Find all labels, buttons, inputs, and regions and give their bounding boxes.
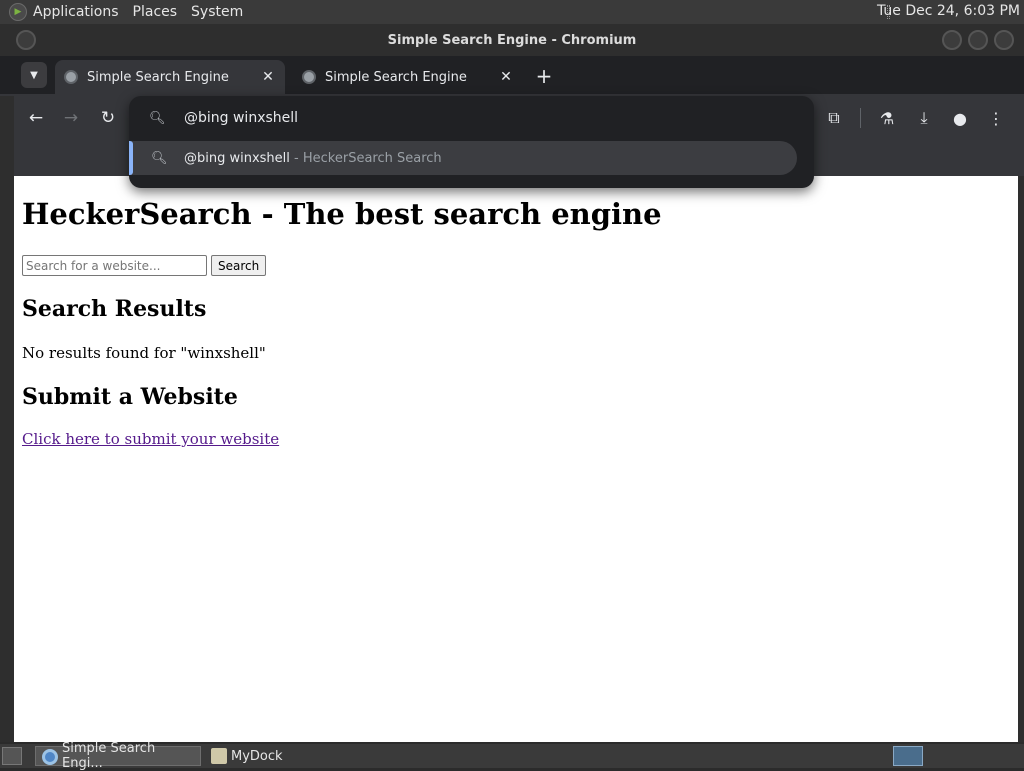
search-icon: 🔍︎ <box>149 110 166 126</box>
search-button[interactable]: Search <box>211 255 267 276</box>
window-title: Simple Search Engine - Chromium <box>387 32 637 48</box>
clock[interactable]: Tue Dec 24, 6:03 PM <box>877 3 1020 19</box>
profile-avatar-icon[interactable]: ● <box>948 106 972 130</box>
close-tab-icon[interactable]: ✕ <box>497 68 515 86</box>
tab-strip: ▼ Simple Search Engine ✕ Simple Search E… <box>0 56 1024 94</box>
window-left-edge <box>0 176 14 742</box>
tab-title: Simple Search Engine <box>87 69 229 85</box>
taskbar-item-label: Simple Search Engi... <box>62 741 156 771</box>
extensions-puzzle-icon[interactable]: ⧉ <box>822 106 846 130</box>
globe-icon <box>64 70 78 84</box>
suggestion-description: - HeckerSearch Search <box>289 150 442 166</box>
back-arrow-icon[interactable]: ← <box>24 106 48 130</box>
omnibox-suggestion[interactable]: 🔍︎ @bing winxshell - HeckerSearch Search <box>129 141 797 175</box>
taskbar-item-chromium[interactable]: Simple Search Engi... <box>35 741 201 771</box>
top-panel: ▶ Applications Places System Tue Dec 24,… <box>0 0 1024 24</box>
toolbar-divider <box>860 108 861 128</box>
taskbar: Simple Search Engi... MyDock <box>0 741 1024 771</box>
menu-places[interactable]: Places <box>133 4 178 20</box>
close-tab-icon[interactable]: ✕ <box>259 68 277 86</box>
tab-search-button[interactable]: ▼ <box>21 62 47 88</box>
tray-chromium-icon[interactable] <box>893 746 923 766</box>
page-heading: HeckerSearch - The best search engine <box>22 197 662 231</box>
globe-icon <box>302 70 316 84</box>
chevron-down-icon: ▼ <box>30 69 38 81</box>
omnibox-input[interactable]: 🔍︎ @bing winxshell <box>129 96 814 140</box>
search-icon: 🔍︎ <box>151 150 168 166</box>
window-menu-button[interactable] <box>16 30 36 50</box>
suggestion-label: @bing winxshell - HeckerSearch Search <box>184 150 442 166</box>
forward-arrow-icon[interactable]: → <box>59 106 83 130</box>
close-window-button[interactable] <box>994 30 1014 50</box>
maximize-button[interactable] <box>968 30 988 50</box>
window-left-edge <box>0 96 14 176</box>
no-results-text: No results found for "winxshell" <box>22 344 266 362</box>
distro-logo-icon[interactable]: ▶ <box>9 3 27 21</box>
new-tab-button[interactable]: + <box>533 64 555 88</box>
taskbar-item-mydock[interactable]: MyDock <box>205 746 325 766</box>
taskbar-item-label: MyDock <box>231 748 283 764</box>
labs-flask-icon[interactable]: ⚗ <box>875 106 899 130</box>
download-icon[interactable]: ⤓ <box>912 106 936 130</box>
show-desktop-icon[interactable] <box>2 747 22 765</box>
more-menu-icon[interactable]: ⋮ <box>984 106 1008 130</box>
folder-icon <box>211 748 227 764</box>
omnibox-input-text[interactable]: @bing winxshell <box>184 110 298 126</box>
tab-simple-search-engine-2[interactable]: Simple Search Engine ✕ <box>293 60 523 94</box>
tab-simple-search-engine-1[interactable]: Simple Search Engine ✕ <box>55 60 285 94</box>
search-form: Search <box>22 255 1010 276</box>
page-viewport: HeckerSearch - The best search engine Se… <box>14 176 1018 742</box>
results-heading: Search Results <box>22 296 207 322</box>
menu-applications[interactable]: Applications <box>33 4 119 20</box>
menu-system[interactable]: System <box>191 4 243 20</box>
submit-website-link[interactable]: Click here to submit your website <box>22 430 279 448</box>
reload-icon[interactable]: ↻ <box>96 106 120 130</box>
window-titlebar[interactable]: Simple Search Engine - Chromium <box>0 24 1024 56</box>
search-input[interactable] <box>22 255 207 276</box>
submit-heading: Submit a Website <box>22 384 238 410</box>
omnibox-dropdown: 🔍︎ @bing winxshell 🔍︎ @bing winxshell - … <box>129 96 814 188</box>
tab-title: Simple Search Engine <box>325 69 467 85</box>
minimize-button[interactable] <box>942 30 962 50</box>
chromium-icon <box>42 749 58 765</box>
